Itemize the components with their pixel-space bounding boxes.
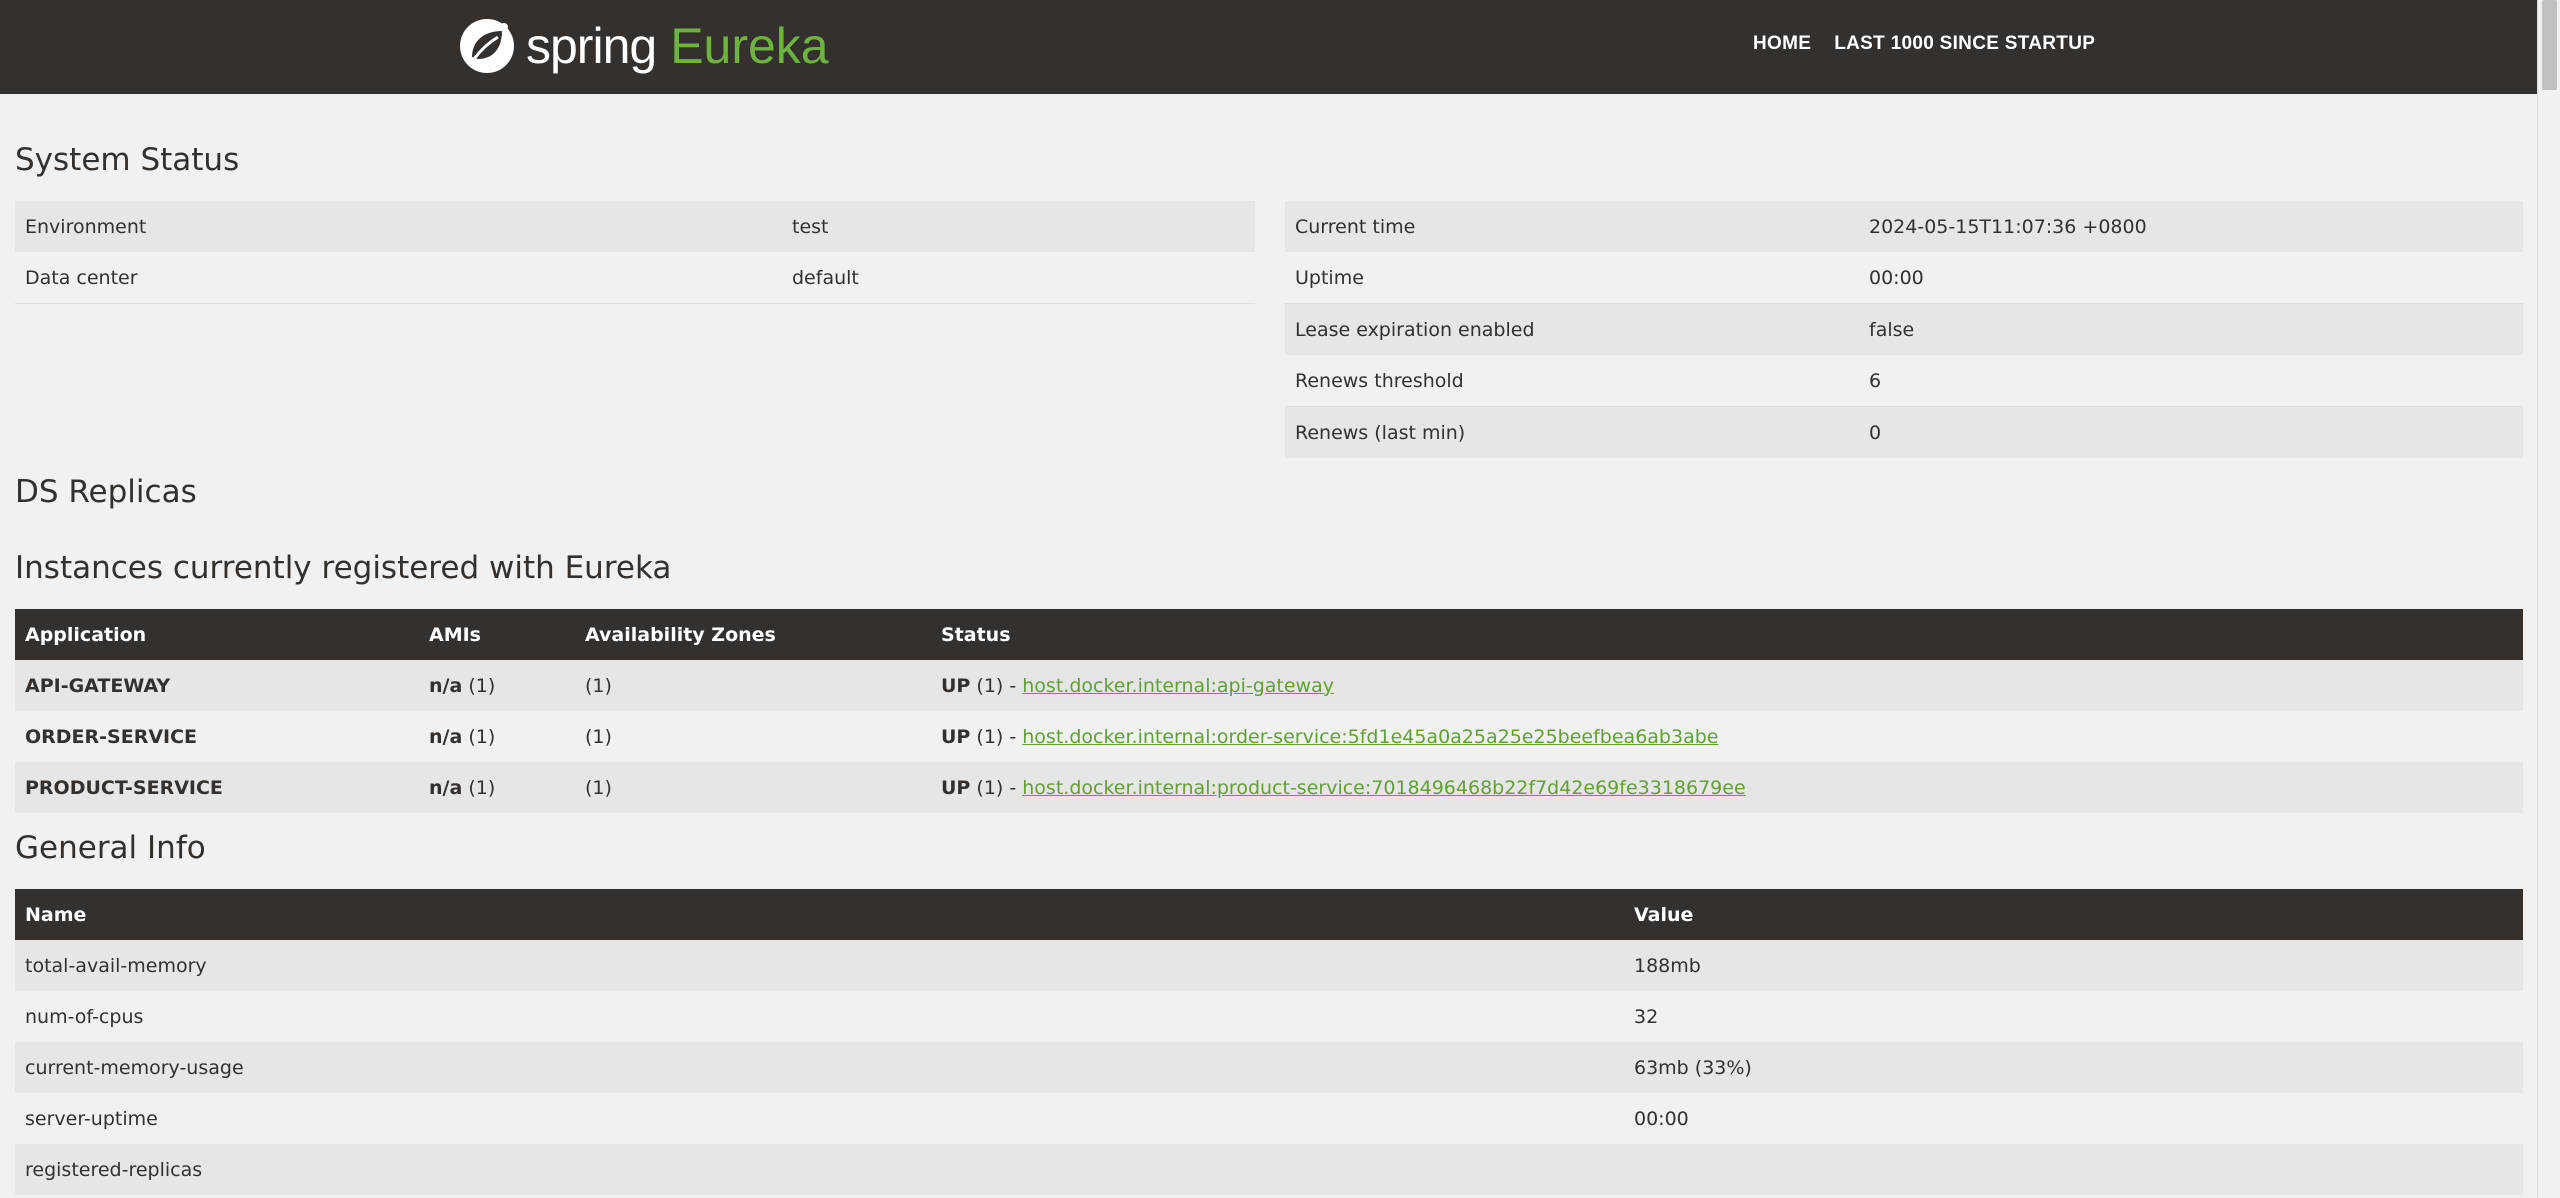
info-name: registered-replicas [15,1144,1624,1195]
status-label: Environment [15,201,782,252]
info-row: total-avail-memory 188mb [15,940,2523,991]
system-status-title: System Status [15,142,240,178]
status-value: false [1859,303,2523,355]
info-value: 00:00 [1624,1093,2523,1144]
instance-row: API-GATEWAY n/a (1) (1) UP (1) - host.do… [15,660,2523,711]
ami-count: (1) [468,674,496,697]
info-row: server-uptime 00:00 [15,1093,2523,1144]
info-row: registered-replicas [15,1144,2523,1195]
info-value: 63mb (33%) [1624,1042,2523,1093]
status-value: UP [941,725,971,748]
column-header: Status [931,609,2523,660]
status-label: Renews (last min) [1285,406,1859,458]
brand-spring-text: spring [526,18,657,74]
instances-table: Application AMIs Availability Zones Stat… [15,609,2523,813]
general-info-table: Name Value total-avail-memory 188mb num-… [15,889,2523,1195]
system-status-right-table: Current time 2024-05-15T11:07:36 +0800 U… [1285,201,2523,458]
info-row: current-memory-usage 63mb (33%) [15,1042,2523,1093]
instance-link[interactable]: host.docker.internal:api-gateway [1022,675,1334,697]
nav-home-link[interactable]: HOME [1753,33,1811,55]
status-row: Lease expiration enabled false [1285,303,2523,355]
nav-last1000-link[interactable]: LAST 1000 SINCE STARTUP [1834,33,2095,55]
status-row: Uptime 00:00 [1285,252,2523,304]
status-value: 0 [1859,406,2523,458]
info-name: num-of-cpus [15,991,1624,1042]
zones-count: (1) [585,725,612,748]
ami-value: n/a [429,725,463,748]
status-row: Environment test [15,201,1255,252]
status-value: 6 [1859,355,2523,407]
general-info-title: General Info [15,830,206,866]
column-header: Availability Zones [575,609,931,660]
status-value: UP [941,674,971,697]
instance-row: ORDER-SERVICE n/a (1) (1) UP (1) - host.… [15,711,2523,762]
ami-count: (1) [468,776,496,799]
status-label: Lease expiration enabled [1285,303,1859,355]
status-count: (1) - [976,674,1017,697]
info-name: total-avail-memory [15,940,1624,991]
status-value: 00:00 [1859,252,2523,304]
column-header: AMIs [419,609,575,660]
status-label: Uptime [1285,252,1859,304]
status-value: 2024-05-15T11:07:36 +0800 [1859,201,2523,252]
status-row: Current time 2024-05-15T11:07:36 +0800 [1285,201,2523,252]
column-header: Application [15,609,419,660]
brand-eureka-text: Eureka [670,18,829,74]
ami-count: (1) [468,725,496,748]
status-count: (1) - [976,725,1017,748]
instances-header-row: Application AMIs Availability Zones Stat… [15,609,2523,660]
status-label: Current time [1285,201,1859,252]
general-info-header-row: Name Value [15,889,2523,940]
ds-replicas-title: DS Replicas [15,474,197,510]
instance-link[interactable]: host.docker.internal:product-service:701… [1022,777,1745,799]
info-value: 188mb [1624,940,2523,991]
zones-count: (1) [585,776,612,799]
status-label: Renews threshold [1285,355,1859,407]
instances-title: Instances currently registered with Eure… [15,550,672,586]
column-header: Name [15,889,1624,940]
application-name: ORDER-SERVICE [25,725,198,748]
ami-value: n/a [429,776,463,799]
application-name: PRODUCT-SERVICE [25,776,223,799]
application-name: API-GATEWAY [25,674,171,697]
status-value: default [782,252,1255,304]
info-name: current-memory-usage [15,1042,1624,1093]
info-row: num-of-cpus 32 [15,991,2523,1042]
status-row: Renews (last min) 0 [1285,406,2523,458]
instance-link[interactable]: host.docker.internal:order-service:5fd1e… [1022,726,1718,748]
status-row: Renews threshold 6 [1285,355,2523,407]
info-value: 32 [1624,991,2523,1042]
system-status-left-table: Environment test Data center default [15,201,1255,304]
status-value: UP [941,776,971,799]
instance-row: PRODUCT-SERVICE n/a (1) (1) UP (1) - hos… [15,762,2523,813]
nav-links: HOME LAST 1000 SINCE STARTUP [1753,33,2095,55]
column-header: Value [1624,889,2523,940]
status-value: test [782,201,1255,252]
info-value [1624,1144,2523,1195]
status-label: Data center [15,252,782,304]
status-count: (1) - [976,776,1017,799]
top-navbar: spring Eureka HOME LAST 1000 SINCE START… [0,0,2538,94]
spring-leaf-icon [460,19,514,73]
vertical-scrollbar[interactable] [2537,0,2560,1198]
zones-count: (1) [585,674,612,697]
brand-logo[interactable]: spring Eureka [458,16,829,76]
status-row: Data center default [15,252,1255,304]
scrollbar-thumb[interactable] [2542,0,2557,90]
ami-value: n/a [429,674,463,697]
info-name: server-uptime [15,1093,1624,1144]
